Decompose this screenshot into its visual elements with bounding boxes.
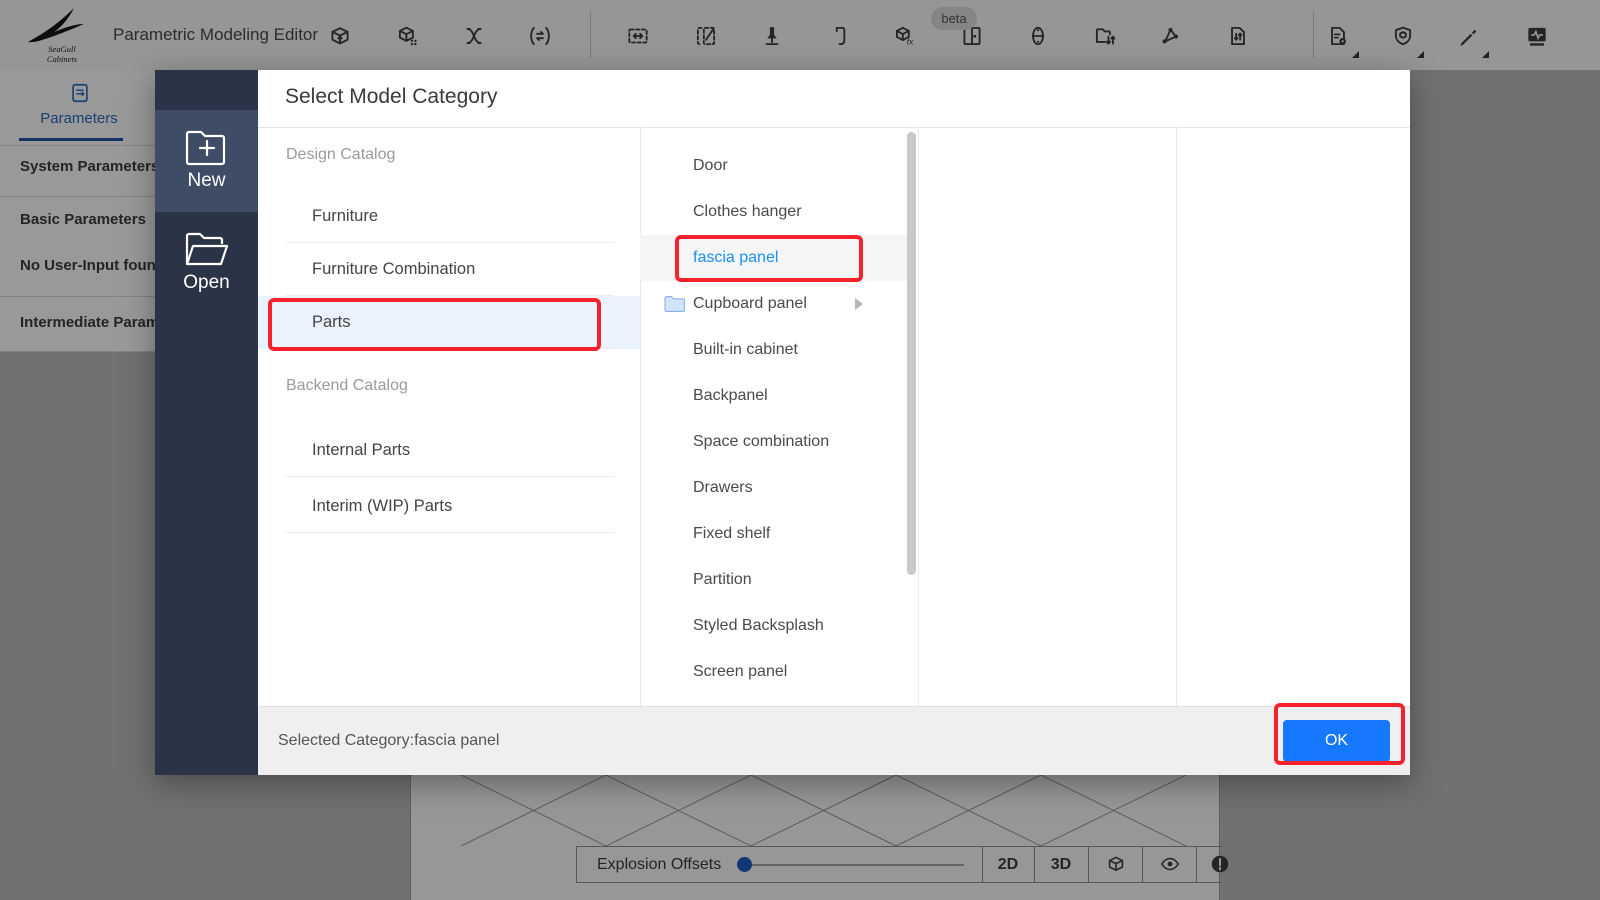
subcategory-item-label: Drawers bbox=[693, 479, 753, 496]
dialog-title: Select Model Category bbox=[285, 85, 498, 108]
subcategory-item-label: Backpanel bbox=[693, 387, 768, 404]
subcategory-item-backpanel[interactable]: Backpanel bbox=[640, 373, 907, 419]
catalog-item-internal-parts[interactable]: Internal Parts bbox=[258, 424, 640, 477]
catalog-item-label: Interim (WIP) Parts bbox=[312, 497, 453, 515]
folder-icon bbox=[664, 295, 685, 312]
subcategory-item-fixed-shelf[interactable]: Fixed shelf bbox=[640, 511, 907, 557]
scrollbar-thumb[interactable] bbox=[907, 132, 916, 575]
catalog-item-furniture[interactable]: Furniture bbox=[258, 190, 640, 243]
catalog-item-label: Internal Parts bbox=[312, 441, 411, 459]
catalog-item-label: Furniture bbox=[312, 207, 379, 225]
app-stage: SeaGull Cabinets Parametric Modeling Edi… bbox=[0, 0, 1600, 900]
select-model-category-dialog: New Open Select Model Category Design Cat… bbox=[155, 70, 1410, 775]
subcategory-item-drawers[interactable]: Drawers bbox=[640, 465, 907, 511]
subcategory-item-label: Built-in cabinet bbox=[693, 341, 798, 358]
subcategory-item-label: Cupboard panel bbox=[693, 295, 807, 312]
subcategory-item-styled-backsplash[interactable]: Styled Backsplash bbox=[640, 603, 907, 649]
selected-category-text: Selected Category:fascia panel bbox=[278, 732, 500, 749]
divider bbox=[258, 127, 1410, 128]
column-divider bbox=[918, 127, 919, 706]
subcategory-item-label: Partition bbox=[693, 571, 752, 588]
expand-arrow-icon bbox=[855, 298, 863, 310]
subcategory-item-label: Space combination bbox=[693, 433, 830, 450]
dialog-nav: New Open bbox=[155, 70, 258, 775]
dialog-nav-new[interactable]: New bbox=[155, 110, 258, 212]
subcategory-item-door[interactable]: Door bbox=[640, 143, 907, 189]
annotation-box-fascia-panel bbox=[675, 235, 863, 282]
annotation-box-ok bbox=[1274, 703, 1405, 765]
dialog-nav-open[interactable]: Open bbox=[155, 212, 258, 314]
divider bbox=[286, 532, 614, 533]
subcategory-item-label: Door bbox=[693, 157, 728, 174]
subcategory-item-label: Styled Backsplash bbox=[693, 617, 824, 634]
nav-label: Open bbox=[183, 272, 230, 293]
dialog-footer: Selected Category:fascia panel OK bbox=[258, 703, 1410, 775]
catalog-item-furniture-combination[interactable]: Furniture Combination bbox=[258, 243, 640, 296]
subcategory-item-partition[interactable]: Partition bbox=[640, 557, 907, 603]
subcategory-item-cupboard-panel[interactable]: Cupboard panel bbox=[640, 281, 907, 327]
design-catalog-header: Design Catalog bbox=[286, 146, 396, 163]
backend-catalog-header: Backend Catalog bbox=[286, 377, 408, 394]
divider bbox=[286, 476, 614, 477]
subcategory-item-label: Fixed shelf bbox=[693, 525, 771, 542]
annotation-box-parts bbox=[268, 298, 601, 351]
column-divider bbox=[1176, 127, 1177, 706]
subcategory-item-clothes-hanger[interactable]: Clothes hanger bbox=[640, 189, 907, 235]
subcategory-item-label: Clothes hanger bbox=[693, 203, 802, 220]
subcategory-item-built-in-cabinet[interactable]: Built-in cabinet bbox=[640, 327, 907, 373]
catalog-item-label: Furniture Combination bbox=[312, 260, 476, 278]
dialog-body: Select Model Category Design Catalog Fur… bbox=[258, 70, 1410, 775]
subcategory-item-label: Screen panel bbox=[693, 663, 788, 680]
catalog-item-interim-wip-parts[interactable]: Interim (WIP) Parts bbox=[258, 480, 640, 533]
nav-label: New bbox=[187, 170, 226, 191]
subcategory-item-screen-panel[interactable]: Screen panel bbox=[640, 649, 907, 695]
subcategory-item-space-combination[interactable]: Space combination bbox=[640, 419, 907, 465]
